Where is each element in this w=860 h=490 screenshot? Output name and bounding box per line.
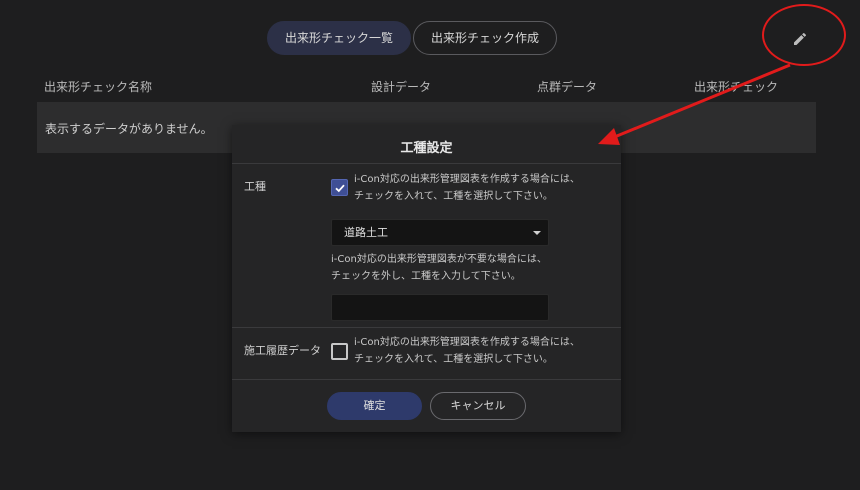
koshu-help-unchecked: i-Con対応の出来形管理図表が不要な場合には、 チェックを外し、工種を入力して… [331,254,547,282]
column-check[interactable]: 出来形チェック [694,78,778,95]
column-point-cloud[interactable]: 点群データ [537,78,597,95]
confirm-button[interactable]: 確定 [327,392,422,420]
history-checkbox[interactable] [331,343,348,360]
annotation-ellipse [762,4,846,66]
koshu-select[interactable]: 道路土工 [331,219,549,246]
empty-message: 表示するデータがありません。 [45,122,213,136]
koshu-input[interactable] [331,294,549,321]
work-type-dialog: 工種設定 工種 i-Con対応の出来形管理図表を作成する場合には、 チェックを入… [232,125,621,432]
view-tabs: 出来形チェック一覧 出来形チェック作成 [267,21,558,55]
checkmark-icon [334,184,345,192]
dialog-divider [232,379,621,380]
history-label: 施工履歴データ [244,344,321,357]
tab-check-list[interactable]: 出来形チェック一覧 [267,21,412,55]
column-design-data[interactable]: 設計データ [371,78,431,95]
cancel-button[interactable]: キャンセル [430,392,526,420]
dialog-divider [232,327,621,328]
koshu-help-checked: i-Con対応の出来形管理図表を作成する場合には、 チェックを入れて、工種を選択… [354,174,580,202]
tab-check-create[interactable]: 出来形チェック作成 [413,21,558,55]
chevron-down-icon [533,231,541,235]
koshu-label: 工種 [244,180,266,193]
column-check-name[interactable]: 出来形チェック名称 [44,78,152,95]
dialog-divider [232,163,621,164]
history-help: i-Con対応の出来形管理図表を作成する場合には、 チェックを入れて、工種を選択… [354,337,580,365]
table-header: 出来形チェック名称 設計データ 点群データ 出来形チェック [0,78,860,96]
dialog-title: 工種設定 [400,141,453,156]
koshu-checkbox[interactable] [331,179,348,196]
